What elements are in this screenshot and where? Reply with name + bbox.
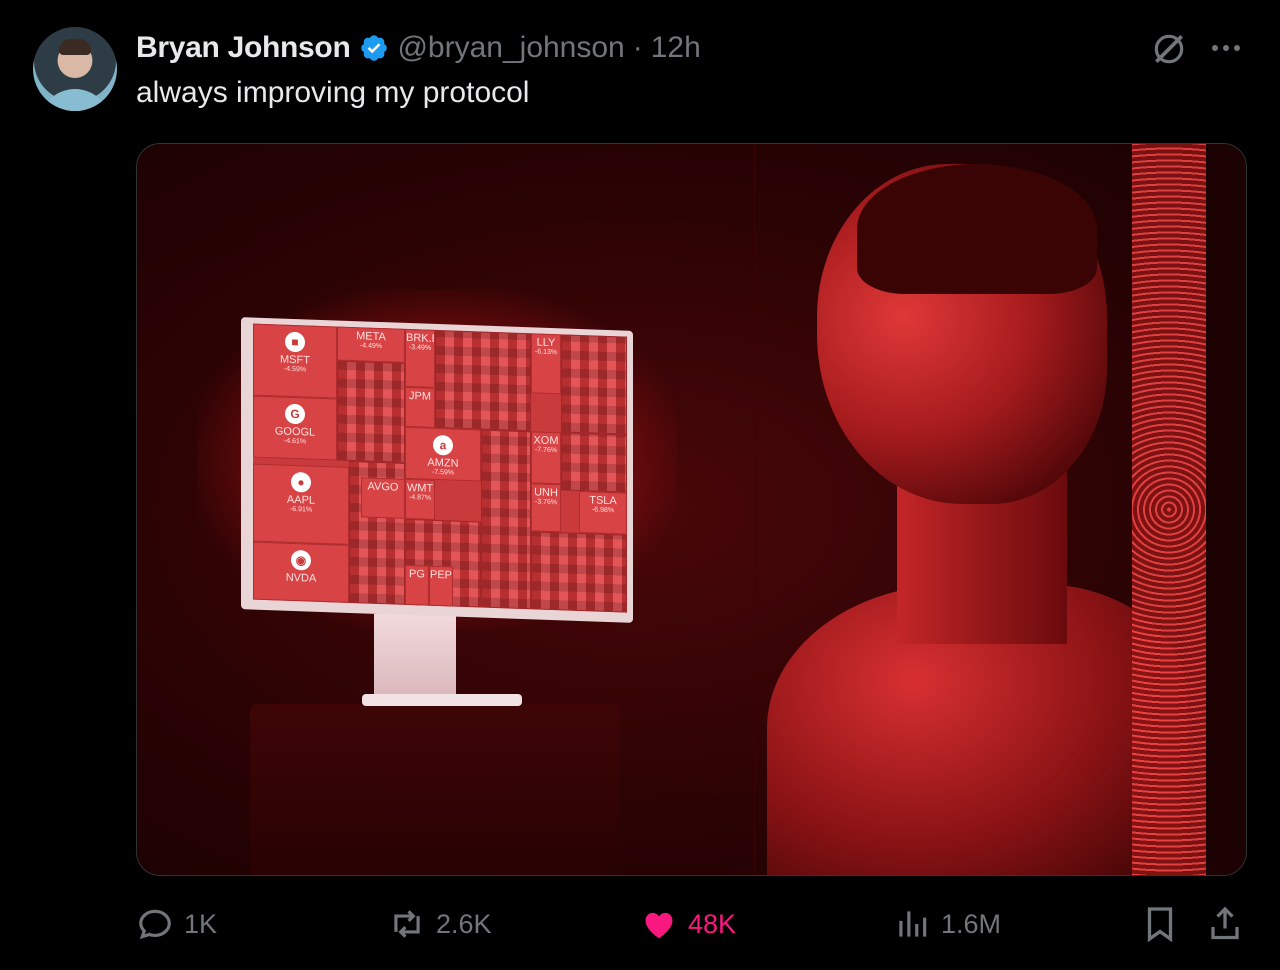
heatmap-tile: XOM -7.76% bbox=[531, 431, 561, 485]
tile-change: -4.49% bbox=[359, 342, 383, 351]
heatmap-tile: ● AAPL -6.91% bbox=[253, 463, 349, 545]
monitor-stand bbox=[374, 614, 456, 700]
amazon-logo-icon: a bbox=[433, 434, 453, 456]
wall-edge bbox=[754, 144, 755, 875]
heatmap-tile: WMT -4.87% bbox=[405, 478, 435, 520]
tile-change: -6.98% bbox=[591, 506, 615, 515]
heatmap-tile: BRK.B -3.49% bbox=[405, 328, 435, 388]
tile-change: -3.76% bbox=[534, 498, 558, 507]
tile-change: -7.59% bbox=[431, 468, 455, 477]
author-handle[interactable]: @bryan_johnson bbox=[397, 31, 624, 65]
person-hair bbox=[857, 164, 1097, 294]
red-light-panel-edge bbox=[1206, 144, 1246, 875]
heatmap-tile: LLY -6.13% bbox=[531, 333, 561, 395]
like-count: 48K bbox=[688, 908, 737, 939]
tile-symbol: AVGO bbox=[367, 480, 399, 494]
heatmap-tile: UNH -3.76% bbox=[531, 483, 561, 533]
heatmap-tile: PEP bbox=[429, 565, 453, 607]
avatar-shirt bbox=[39, 89, 111, 111]
heatmap-tile: G GOOGL -4.61% bbox=[253, 395, 337, 461]
tweet-text: always improving my protocol bbox=[136, 76, 530, 109]
views-button[interactable]: 1.6M bbox=[893, 902, 1001, 946]
repost-button[interactable]: 2.6K bbox=[388, 902, 492, 946]
more-dot bbox=[1223, 45, 1229, 51]
heatmap-tile: META -4.49% bbox=[337, 326, 405, 363]
heatmap-tile: TSLA -6.98% bbox=[579, 490, 627, 535]
tile-symbol: LLY bbox=[536, 336, 556, 350]
pedestal bbox=[250, 704, 620, 875]
reply-icon bbox=[139, 909, 171, 940]
share-icon[interactable] bbox=[1207, 904, 1243, 944]
monitor: ■ MSFT -4.59% G GOOGL -4.61% ● AAPL -6.9… bbox=[241, 317, 633, 623]
heatmap-tile: ◉ NVDA bbox=[253, 541, 349, 603]
reply-button[interactable]: 1K bbox=[136, 902, 217, 946]
tile-symbol: PEP bbox=[430, 568, 453, 582]
heatmap-tile: AVGO bbox=[361, 477, 405, 519]
tweet-time[interactable]: 12h bbox=[651, 31, 701, 65]
more-icon[interactable] bbox=[1206, 30, 1246, 66]
tile-change: -4.87% bbox=[408, 494, 432, 502]
separator-dot: · bbox=[632, 31, 643, 64]
view-count: 1.6M bbox=[941, 908, 1002, 939]
repost-icon bbox=[394, 910, 420, 938]
tile-change: -3.49% bbox=[408, 344, 432, 352]
tile-change: -4.59% bbox=[283, 365, 307, 374]
tile-symbol: XOM bbox=[533, 434, 559, 448]
repost-count: 2.6K bbox=[436, 908, 492, 939]
tile-symbol: WMT bbox=[406, 481, 434, 495]
heatmap-mini-tiles bbox=[481, 429, 531, 610]
tile-symbol: NVDA bbox=[285, 571, 317, 585]
tile-symbol: UNH bbox=[534, 486, 558, 500]
stock-heatmap-screen: ■ MSFT -4.59% G GOOGL -4.61% ● AAPL -6.9… bbox=[253, 323, 627, 613]
heatmap-tile: PG bbox=[405, 564, 429, 606]
author-name[interactable]: Bryan Johnson bbox=[136, 31, 351, 65]
bookmark-icon[interactable] bbox=[1142, 904, 1178, 944]
grok-icon[interactable] bbox=[1150, 30, 1188, 68]
heart-icon bbox=[645, 912, 673, 939]
avatar-hair bbox=[59, 39, 91, 55]
tile-change: -4.61% bbox=[283, 437, 307, 446]
more-dot bbox=[1212, 45, 1218, 51]
like-button[interactable]: 48K bbox=[640, 902, 736, 946]
nvidia-logo-icon: ◉ bbox=[291, 549, 311, 571]
heatmap-mini-tiles bbox=[337, 360, 405, 463]
tweet-header: Bryan Johnson @bryan_johnson · 12h bbox=[136, 28, 701, 68]
heatmap-tile: ■ MSFT -4.59% bbox=[253, 323, 337, 399]
heatmap-tile: a AMZN -7.59% bbox=[405, 426, 481, 482]
reply-count: 1K bbox=[184, 908, 218, 939]
author-avatar[interactable] bbox=[33, 27, 117, 111]
tile-change: -7.76% bbox=[534, 446, 558, 455]
apple-logo-icon: ● bbox=[291, 471, 311, 493]
tile-symbol: BRK.B bbox=[406, 331, 435, 346]
tile-change: -6.13% bbox=[534, 348, 558, 357]
heatmap-mini-tiles bbox=[531, 531, 627, 613]
views-icon bbox=[899, 911, 927, 937]
tile-symbol: PG bbox=[409, 568, 425, 581]
verified-badge-icon bbox=[361, 35, 388, 61]
more-dot bbox=[1234, 45, 1240, 51]
heatmap-mini-tiles bbox=[561, 432, 627, 493]
google-logo-icon: G bbox=[285, 403, 305, 425]
tweet-media-image[interactable]: ■ MSFT -4.59% G GOOGL -4.61% ● AAPL -6.9… bbox=[136, 143, 1247, 876]
red-light-panel bbox=[1132, 144, 1206, 875]
heatmap-tile: JPM bbox=[405, 386, 435, 428]
monitor-stand-foot bbox=[362, 694, 522, 706]
heatmap-mini-tiles bbox=[435, 329, 531, 432]
microsoft-logo-icon: ■ bbox=[285, 331, 305, 353]
tile-symbol: JPM bbox=[409, 390, 431, 403]
heatmap-mini-tiles bbox=[561, 334, 627, 435]
